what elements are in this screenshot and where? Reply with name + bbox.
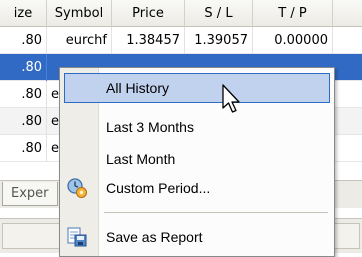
cell-size: .80 (0, 108, 47, 135)
menu-item-label: All History (106, 80, 170, 96)
cell-size: .80 (0, 54, 47, 81)
cell-size: .80 (0, 27, 47, 54)
cell-price: 1.38457 (112, 27, 185, 54)
menu-item-label: Last Month (106, 151, 176, 167)
menu-separator (104, 212, 328, 213)
menu-item-label: Save as Report (106, 229, 203, 245)
cell-sl: 1.39057 (185, 27, 253, 54)
cell-size: .80 (0, 81, 47, 108)
menu-item-last-3-months[interactable]: Last 3 Months (64, 112, 330, 142)
col-header-sl[interactable]: S / L (185, 0, 253, 27)
tab-experts[interactable]: Exper (2, 182, 58, 206)
cell-size: .80 (0, 135, 47, 162)
col-header-filler (333, 0, 362, 27)
menu-item-save-as-report[interactable]: Save as Report (64, 222, 330, 252)
cell-symbol: eurchf (47, 27, 112, 54)
col-header-tp[interactable]: T / P (253, 0, 333, 27)
col-header-size[interactable]: ize (0, 0, 47, 27)
mouse-pointer-icon (222, 84, 240, 113)
col-header-price[interactable]: Price (112, 0, 185, 27)
custom-period-icon (67, 178, 87, 198)
status-pane (2, 223, 64, 249)
menu-item-last-month[interactable]: Last Month (64, 144, 330, 174)
save-report-icon (67, 227, 87, 247)
col-header-symbol[interactable]: Symbol (47, 0, 112, 27)
menu-item-label: Custom Period... (106, 180, 211, 196)
cell-tp: 0.00000 (253, 27, 333, 54)
menu-item-custom-period[interactable]: Custom Period... (64, 173, 330, 203)
table-row[interactable]: .80 eurchf 1.38457 1.39057 0.00000 (0, 27, 362, 54)
menu-item-all-history[interactable]: All History (64, 73, 330, 103)
context-menu: All History Last 3 Months Last Month Cus… (59, 67, 335, 257)
menu-item-label: Last 3 Months (106, 119, 194, 135)
